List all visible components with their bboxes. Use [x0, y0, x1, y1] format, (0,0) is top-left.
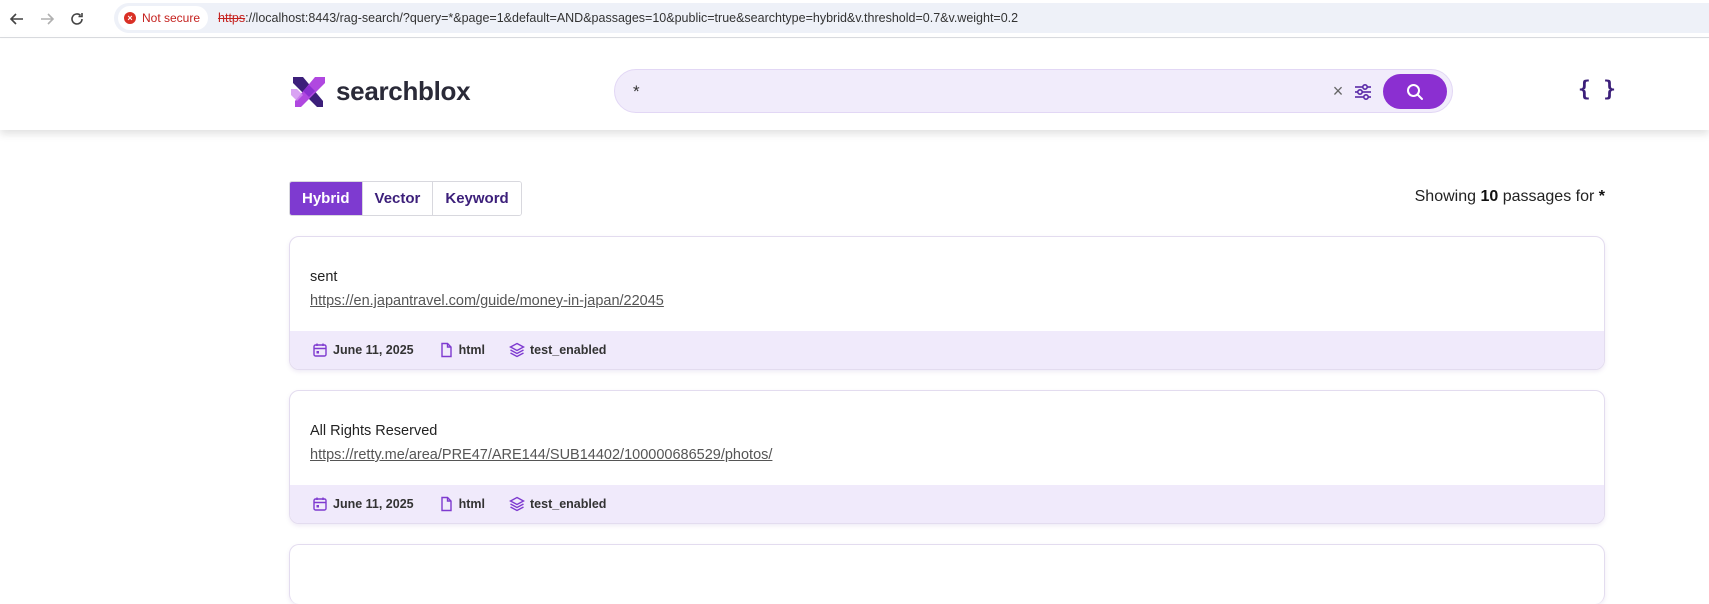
result-meta: June 11, 2025 html test_enabled [290, 485, 1604, 523]
searchblox-logo[interactable]: searchblox [289, 71, 471, 111]
result-card-partial [289, 544, 1605, 604]
logo-mark-icon [291, 77, 325, 107]
calendar-icon [313, 497, 327, 511]
tab-keyword[interactable]: Keyword [433, 182, 521, 215]
url-scheme: https [218, 11, 246, 25]
forward-arrow-icon[interactable] [34, 6, 60, 32]
result-card: All Rights Reserved https://retty.me/are… [289, 390, 1605, 524]
logo-text: searchblox [336, 75, 471, 106]
security-indicator[interactable]: × Not secure [118, 6, 209, 30]
layers-icon [509, 342, 525, 358]
layers-icon [509, 496, 525, 512]
search-input[interactable] [633, 81, 1313, 103]
result-meta: June 11, 2025 html test_enabled [290, 331, 1604, 369]
meta-type: html [438, 496, 485, 512]
json-view-button[interactable]: { } [1578, 77, 1616, 101]
meta-collection: test_enabled [509, 496, 606, 512]
calendar-icon [313, 343, 327, 357]
result-title: All Rights Reserved [310, 423, 438, 439]
url-rest: ://localhost:8443/rag-search/?query=*&pa… [245, 11, 1019, 25]
security-label: Not secure [142, 11, 201, 25]
filter-sliders-icon[interactable] [1352, 81, 1374, 103]
summary-middle: passages for [1502, 188, 1595, 205]
search-bar: × [614, 69, 1453, 113]
meta-date: June 11, 2025 [312, 342, 414, 358]
summary-prefix: Showing [1414, 188, 1476, 205]
summary-query: * [1598, 188, 1605, 205]
document-icon [440, 342, 452, 358]
result-link[interactable]: https://retty.me/area/PRE47/ARE144/SUB14… [310, 447, 772, 463]
meta-date: June 11, 2025 [312, 496, 414, 512]
clear-search-icon[interactable]: × [1327, 80, 1349, 102]
result-link[interactable]: https://en.japantravel.com/guide/money-i… [310, 293, 664, 309]
warning-icon: × [124, 12, 136, 24]
reload-icon[interactable] [64, 6, 90, 32]
search-icon [1407, 83, 1423, 100]
meta-collection: test_enabled [509, 342, 606, 358]
url-text[interactable]: https://localhost:8443/rag-search/?query… [218, 11, 1018, 25]
summary-count: 10 [1480, 188, 1499, 205]
browser-toolbar: × Not secure https://localhost:8443/rag-… [0, 0, 1709, 38]
results-summary: Showing 10 passages for * [1415, 188, 1605, 206]
search-button[interactable] [1383, 74, 1447, 109]
tab-hybrid[interactable]: Hybrid [290, 182, 363, 215]
back-arrow-icon[interactable] [4, 6, 30, 32]
document-icon [440, 496, 452, 512]
result-card: sent https://en.japantravel.com/guide/mo… [289, 236, 1605, 370]
result-title: sent [310, 269, 338, 285]
meta-type: html [438, 342, 485, 358]
search-type-tabs: Hybrid Vector Keyword [289, 181, 522, 216]
address-bar[interactable]: × Not secure https://localhost:8443/rag-… [114, 3, 1709, 33]
tab-vector[interactable]: Vector [362, 182, 434, 215]
